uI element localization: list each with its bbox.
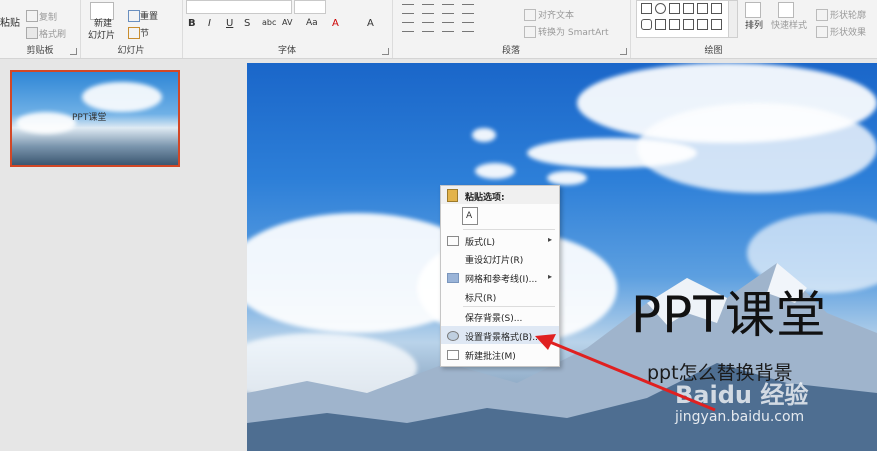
annotation-arrow bbox=[535, 334, 716, 412]
